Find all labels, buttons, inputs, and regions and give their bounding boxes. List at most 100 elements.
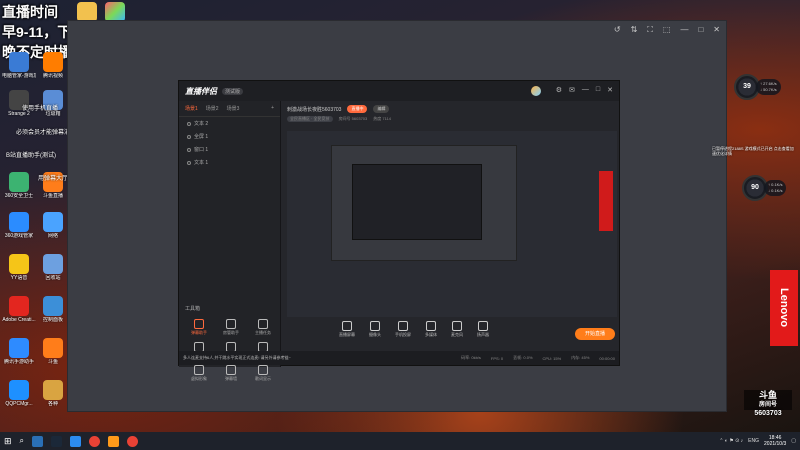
tray-icons[interactable]: ⌃ ◐ ⚑ ⊙ ♪ bbox=[719, 438, 743, 444]
minimize-button[interactable]: — bbox=[680, 25, 688, 35]
speaker-button[interactable]: 扬声器 bbox=[477, 321, 489, 338]
fps-stat: FPS: 0 bbox=[490, 355, 504, 361]
media-button[interactable]: 多媒体 bbox=[425, 321, 437, 338]
tool-label: 弹幕助手 bbox=[191, 330, 207, 335]
task-view-icon[interactable] bbox=[32, 435, 44, 447]
app-icon bbox=[9, 52, 29, 72]
browser-icon[interactable] bbox=[127, 435, 139, 447]
source-icon bbox=[370, 321, 380, 331]
refresh-icon[interactable]: ↺ bbox=[614, 25, 621, 35]
fullscreen-icon[interactable]: ⛶ bbox=[647, 25, 653, 35]
room-number-label: 房间号 bbox=[758, 402, 777, 408]
desktop-icon[interactable]: 各种 bbox=[36, 380, 70, 407]
tool-label: 虚拟形象 bbox=[191, 376, 207, 381]
microphone-button[interactable]: 麦克风 bbox=[451, 321, 463, 338]
notification-center-icon[interactable]: ▢ bbox=[791, 438, 796, 444]
add-tab-icon[interactable]: + bbox=[271, 105, 274, 112]
app-icon bbox=[9, 212, 29, 232]
settings-icon[interactable]: ⚙ bbox=[556, 86, 562, 96]
stream-preview[interactable] bbox=[287, 131, 617, 317]
visibility-icon[interactable] bbox=[187, 121, 191, 126]
scene-tabs: 场景1 场景2 场景3 + bbox=[179, 101, 280, 117]
camera-button[interactable]: 摄像头 bbox=[369, 321, 381, 338]
clock-date: 2021/10/3 bbox=[764, 441, 787, 447]
tab-scene-1[interactable]: 场景1 bbox=[185, 105, 198, 112]
status-message[interactable]: 多人连麦支持6人,并干跳水平实现正式连麦! 请另外请参考链~ bbox=[183, 355, 451, 361]
scene-item[interactable]: 窗口 1 bbox=[179, 143, 280, 156]
tool-icon bbox=[258, 365, 268, 375]
desktop-icon-label: 腾讯视频 bbox=[42, 73, 63, 79]
tool-icon bbox=[258, 319, 268, 329]
app-icon bbox=[9, 380, 29, 400]
scene-item[interactable]: 文本 1 bbox=[179, 156, 280, 169]
desktop-icon-label: 各种 bbox=[47, 401, 58, 407]
streaming-app-icon[interactable] bbox=[89, 435, 101, 447]
nested-preview-inner bbox=[352, 164, 482, 240]
heat-label: 热度 7114 bbox=[373, 116, 391, 121]
source-label: 手机投屏 bbox=[395, 332, 411, 337]
scene-item[interactable]: 文本 2 bbox=[179, 117, 280, 130]
maximize-button[interactable]: □ bbox=[596, 86, 600, 96]
start-icon[interactable]: ⊞ bbox=[4, 436, 12, 447]
tool-icon bbox=[226, 365, 236, 375]
desktop-icon[interactable]: 360游戏管家 bbox=[2, 212, 36, 239]
visibility-icon[interactable] bbox=[187, 147, 191, 152]
mail-icon[interactable] bbox=[70, 435, 82, 447]
screen-capture-button[interactable]: 直播屏幕 bbox=[339, 321, 355, 338]
close-button[interactable]: ✕ bbox=[713, 25, 720, 35]
desktop-icon[interactable]: 斗鱼 bbox=[36, 338, 70, 365]
desktop-note: 使用手机直播 bbox=[22, 106, 59, 112]
toolbox-title: 工具箱 bbox=[185, 306, 201, 312]
tool-item[interactable]: 歌词显示 bbox=[247, 365, 279, 382]
minimize-button[interactable]: — bbox=[582, 86, 589, 96]
start-live-button[interactable]: 开始直播 bbox=[575, 328, 615, 340]
desktop-icon[interactable]: 电脑管家-游戏加速 bbox=[2, 52, 36, 79]
notification-text[interactable]: 已暂停进程2188S 游戏模式已开启 点击查看加速优化详情 bbox=[712, 146, 796, 156]
search-icon[interactable]: ⌕ bbox=[20, 436, 24, 446]
visibility-icon[interactable] bbox=[187, 160, 191, 165]
tool-item[interactable]: 房管助手 bbox=[215, 319, 247, 336]
swap-icon[interactable]: ⇅ bbox=[631, 25, 638, 35]
douyu-taskbar-icon[interactable] bbox=[108, 435, 120, 447]
message-icon[interactable]: ✉ bbox=[569, 86, 575, 96]
room-title[interactable]: 刺激战场长夜胜5603703 bbox=[287, 106, 341, 113]
desktop-icon-label: 360游戏管家 bbox=[4, 233, 34, 239]
maximize-button[interactable]: □ bbox=[698, 25, 703, 35]
desktop-icon[interactable]: 回收站 bbox=[36, 254, 70, 281]
edit-button[interactable]: 编辑 bbox=[373, 105, 390, 113]
close-button[interactable]: ✕ bbox=[607, 86, 613, 96]
desktop-icon[interactable]: 控制面板 bbox=[36, 296, 70, 323]
tab-scene-3[interactable]: 场景3 bbox=[227, 105, 240, 112]
version-badge: 测试版 bbox=[222, 87, 244, 95]
screenshot-icon[interactable]: ⬚ bbox=[663, 25, 671, 35]
visibility-icon[interactable] bbox=[187, 134, 191, 139]
phone-cast-button[interactable]: 手机投屏 bbox=[395, 321, 411, 338]
memory-speed: ↑ 0.1K/s ↓ 0.1K/s bbox=[764, 180, 787, 196]
source-label: 摄像头 bbox=[369, 332, 381, 337]
tool-item[interactable]: 弹幕墙 bbox=[215, 365, 247, 382]
app-icon bbox=[43, 212, 63, 232]
desktop-icon[interactable]: 腾讯视频 bbox=[36, 52, 70, 79]
room-info: 刺激战场长夜胜5603703 直播中 编辑 全民直播区 · 全民竞技 房间号 5… bbox=[287, 105, 617, 127]
desktop-icon[interactable]: 腾讯手游助手 bbox=[2, 338, 36, 365]
desktop-icon[interactable]: YY语音 bbox=[2, 254, 36, 281]
steam-icon[interactable] bbox=[51, 435, 63, 447]
app-icon bbox=[9, 296, 29, 316]
app-icon bbox=[43, 380, 63, 400]
tool-label: 主播任务 bbox=[255, 330, 271, 335]
tool-item[interactable]: 主播任务 bbox=[247, 319, 279, 336]
category-label[interactable]: 全民直播区 · 全民竞技 bbox=[287, 116, 333, 122]
app-icon bbox=[9, 254, 29, 274]
scene-item[interactable]: 全屏 1 bbox=[179, 130, 280, 143]
tool-item[interactable]: 虚拟形象 bbox=[183, 365, 215, 382]
input-language[interactable]: ENG bbox=[748, 438, 759, 444]
desktop-icon[interactable]: 网络 bbox=[36, 212, 70, 239]
desktop-icon[interactable]: Adobe Creati... bbox=[2, 296, 36, 323]
avatar[interactable] bbox=[530, 86, 541, 96]
desktop-icon[interactable]: QQPCMgr... bbox=[2, 380, 36, 407]
tab-scene-2[interactable]: 场景2 bbox=[206, 105, 219, 112]
tool-item[interactable]: 弹幕助手 bbox=[183, 319, 215, 336]
clock[interactable]: 18:46 2021/10/3 bbox=[764, 435, 786, 447]
desktop-icon[interactable]: 360安全卫士 bbox=[2, 172, 36, 199]
app-shortcut-icon[interactable] bbox=[98, 2, 132, 22]
